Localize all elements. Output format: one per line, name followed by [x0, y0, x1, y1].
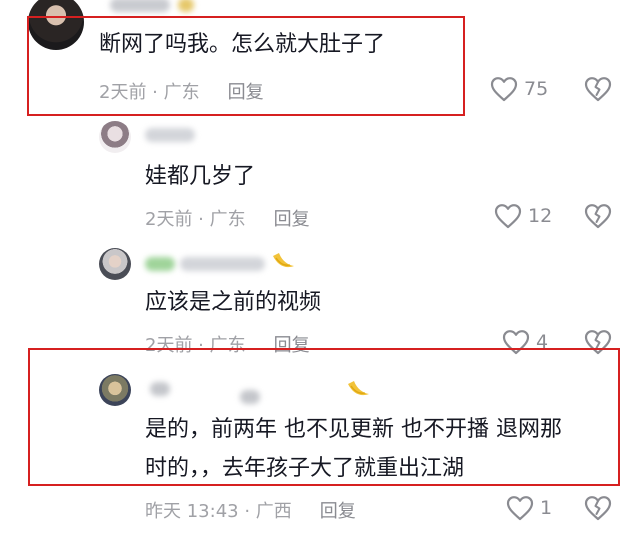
- comment-text: 娃都几岁了: [145, 164, 256, 189]
- broken-heart-icon: [584, 495, 612, 521]
- heart-outline-icon: [506, 495, 534, 521]
- reply-button[interactable]: 回复: [274, 209, 310, 230]
- highlight-box: [28, 348, 620, 486]
- comment-location: 广东: [209, 209, 246, 230]
- badge-icon: [270, 250, 296, 276]
- like-count: 75: [524, 78, 549, 100]
- dislike-button[interactable]: [584, 495, 612, 521]
- like-button[interactable]: 12: [494, 203, 552, 229]
- username-blurred[interactable]: [110, 0, 170, 12]
- avatar[interactable]: [99, 248, 131, 280]
- comment-location: 广西: [255, 501, 292, 522]
- comment-time: 2天前: [145, 209, 193, 230]
- username-blurred[interactable]: [145, 257, 175, 271]
- avatar[interactable]: [99, 121, 131, 153]
- heart-outline-icon: [494, 203, 522, 229]
- broken-heart-icon: [584, 76, 612, 102]
- broken-heart-icon: [584, 203, 612, 229]
- like-count: 12: [528, 205, 553, 227]
- like-button[interactable]: 1: [506, 495, 552, 521]
- username-blurred: [180, 257, 265, 271]
- badge-blurred: [178, 0, 194, 12]
- comment-meta: 昨天 13:43 · 广西 回复: [145, 501, 356, 522]
- comment-time: 昨天 13:43: [145, 501, 239, 522]
- comment-text: 应该是之前的视频: [145, 290, 322, 315]
- comment-meta: 2天前 · 广东 回复: [145, 209, 310, 230]
- dislike-button[interactable]: [584, 203, 612, 229]
- username-blurred[interactable]: [145, 128, 195, 142]
- like-button[interactable]: 75: [490, 76, 548, 102]
- heart-outline-icon: [490, 76, 518, 102]
- highlight-box: [27, 16, 465, 116]
- like-count: 1: [540, 497, 553, 519]
- reply-button[interactable]: 回复: [320, 501, 356, 522]
- dislike-button[interactable]: [584, 76, 612, 102]
